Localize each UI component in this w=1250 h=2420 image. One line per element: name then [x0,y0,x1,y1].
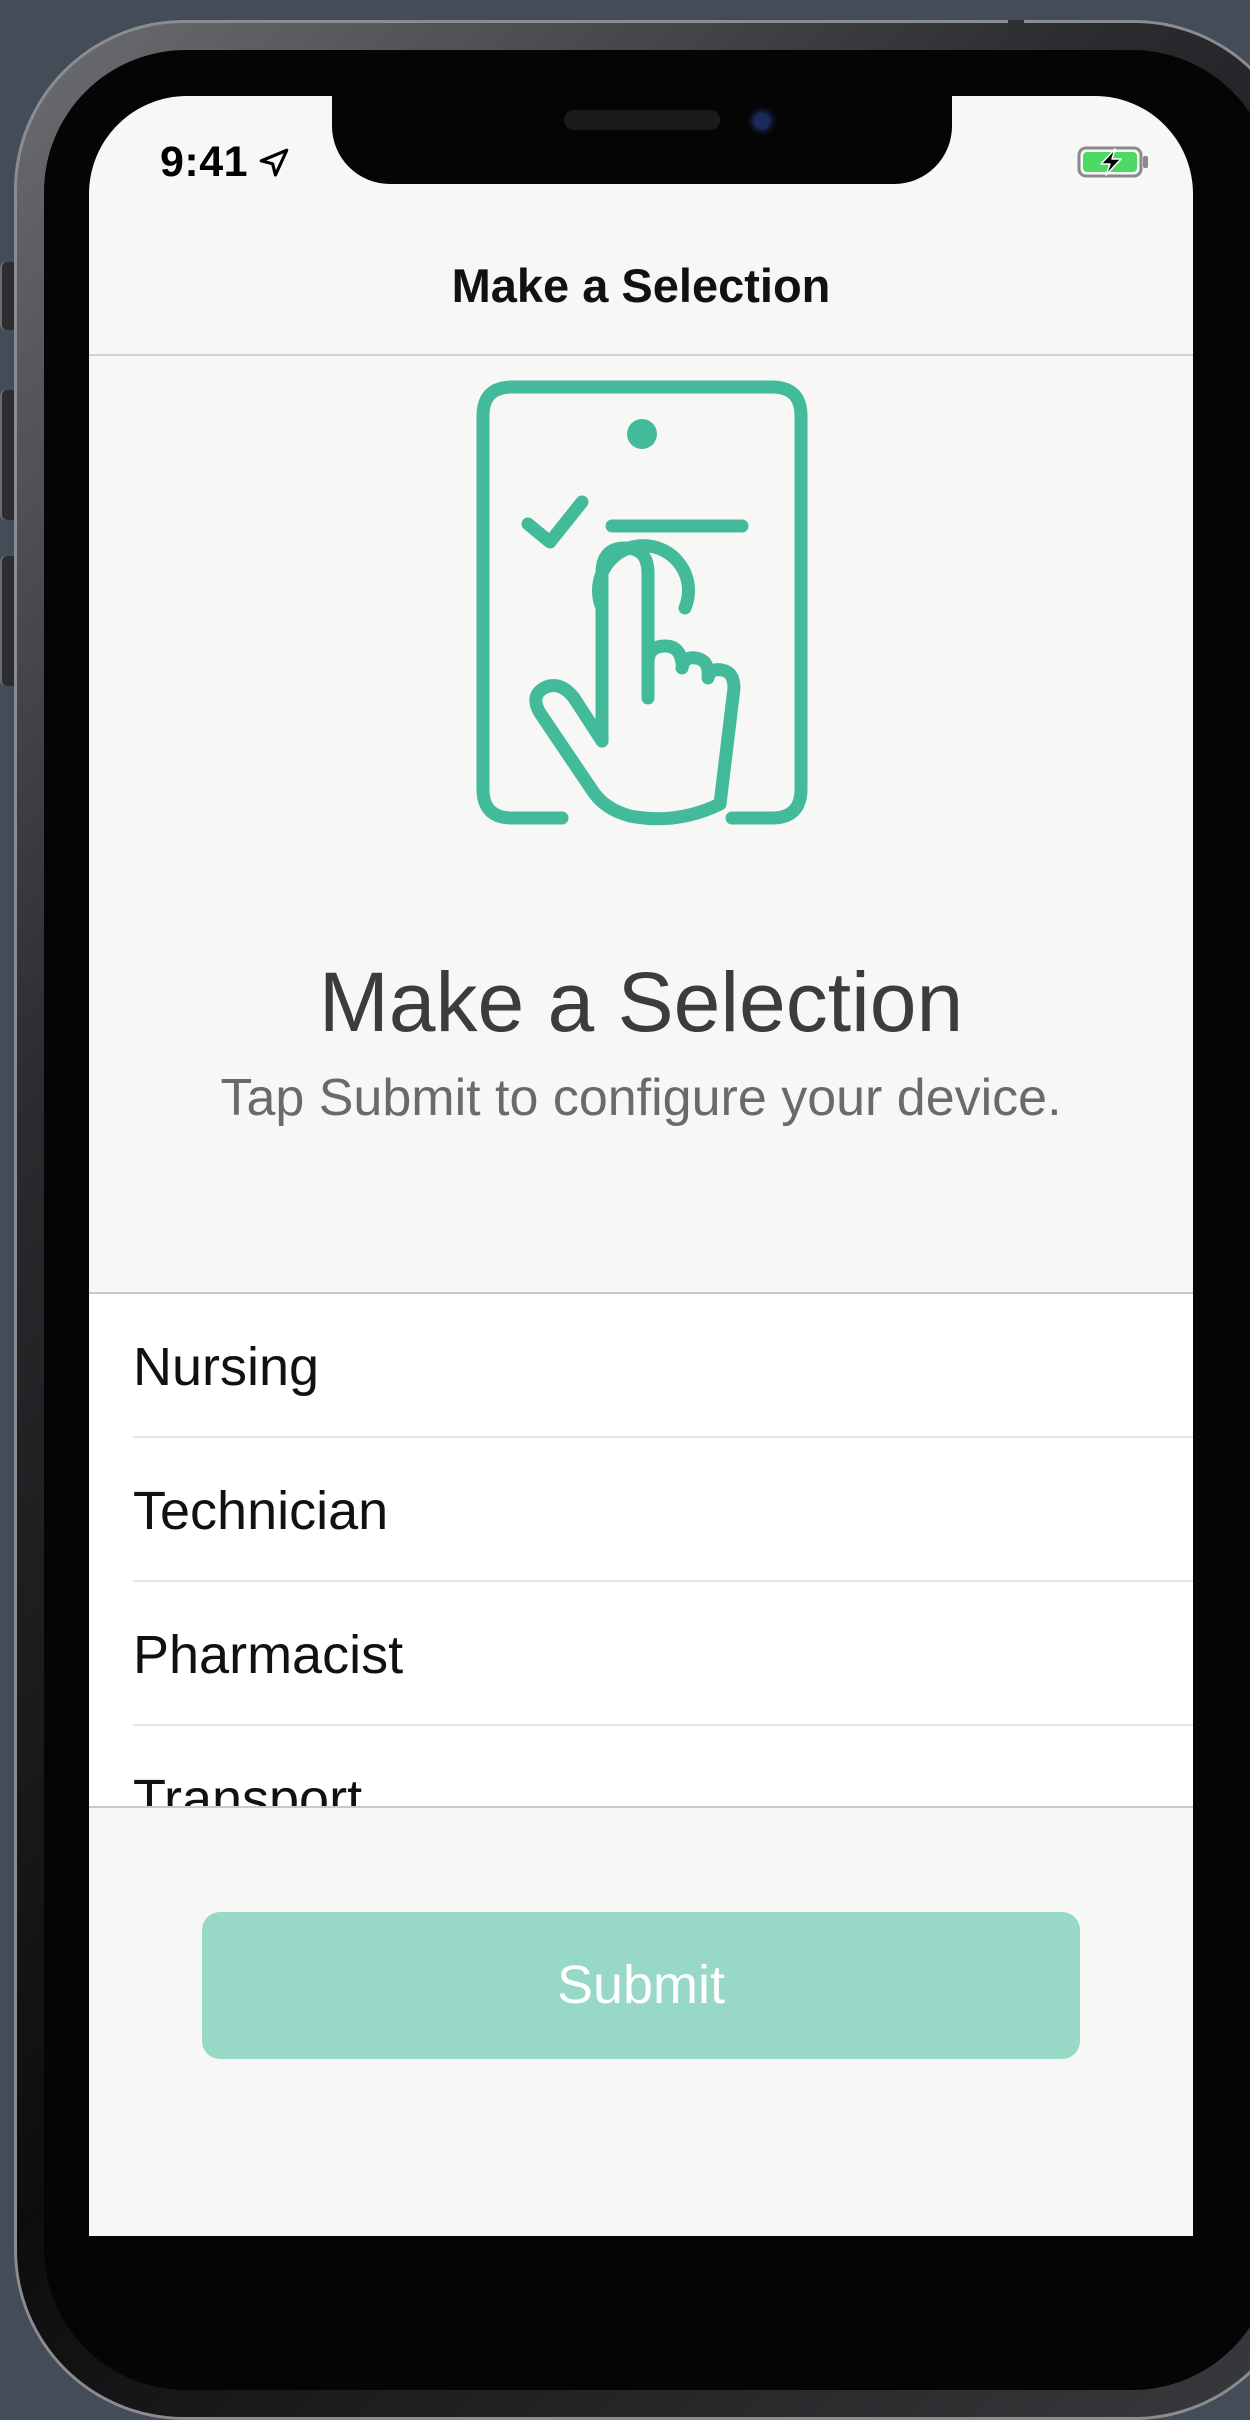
list-item-transport[interactable]: Transport [89,1726,1193,1808]
antenna-line [1008,20,1024,40]
screen: 9:41 Make a Selection Make a Selection T… [89,96,1193,2236]
nav-divider [89,354,1193,356]
tap-checklist-icon [476,380,808,826]
list-item-nursing[interactable]: Nursing [89,1294,1193,1438]
list-item-label: Nursing [133,1337,320,1397]
battery-charging-icon [1077,146,1148,178]
notch [332,96,952,184]
mute-switch [0,262,14,330]
page-heading: Make a Selection [318,955,964,1049]
selection-list[interactable]: Nursing Technician Pharmacist Transport [89,1292,1193,1808]
location-arrow-icon [259,148,289,177]
volume-up-button [0,390,14,520]
submit-button[interactable]: Submit [202,1912,1080,2059]
speaker-grille [564,110,720,130]
camera-icon [748,107,776,135]
list-item-label: Technician [133,1481,389,1541]
list-item-technician[interactable]: Technician [89,1438,1193,1582]
nav-title: Make a Selection [451,259,831,312]
page-subheading: Tap Submit to configure your device. [220,1069,1062,1127]
status-time: 9:41 [160,138,249,186]
list-item-pharmacist[interactable]: Pharmacist [89,1582,1193,1726]
list-item-label: Pharmacist [133,1625,404,1685]
volume-down-button [0,556,14,686]
list-item-label: Transport [133,1769,363,1808]
